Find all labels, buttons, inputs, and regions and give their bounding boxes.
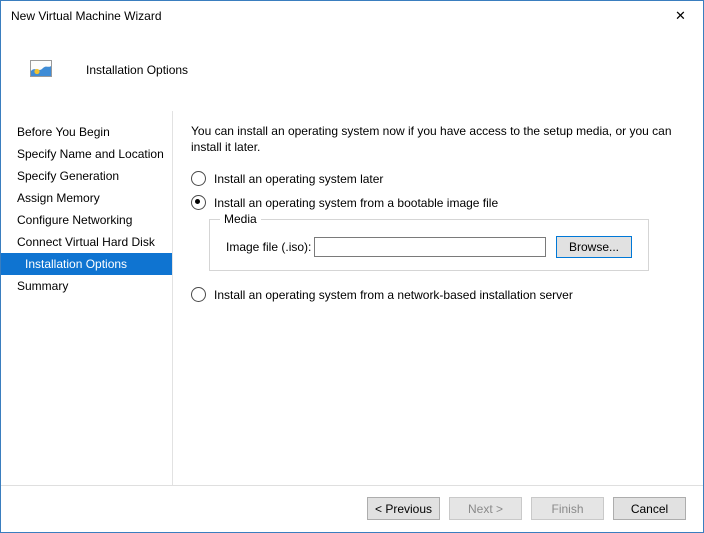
window-title: New Virtual Machine Wizard	[1, 9, 162, 23]
media-row: Image file (.iso): Browse...	[226, 236, 636, 258]
option-install-from-network-label[interactable]: Install an operating system from a netwo…	[214, 288, 573, 302]
media-groupbox: Media Image file (.iso): Browse...	[209, 219, 649, 271]
wizard-content: You can install an operating system now …	[191, 111, 693, 485]
radio-install-from-image[interactable]	[191, 195, 206, 210]
wizard-header: Installation Options	[1, 31, 703, 111]
sidebar-item-before-you-begin[interactable]: Before You Begin	[1, 121, 172, 143]
option-install-later[interactable]: Install an operating system later	[191, 171, 693, 186]
footer-button-bar: < Previous Next > Finish Cancel	[1, 486, 703, 532]
sidebar-item-specify-generation[interactable]: Specify Generation	[1, 165, 172, 187]
wizard-steps-sidebar: Before You Begin Specify Name and Locati…	[1, 111, 173, 485]
option-install-from-network[interactable]: Install an operating system from a netwo…	[191, 287, 693, 302]
sidebar-item-configure-networking[interactable]: Configure Networking	[1, 209, 172, 231]
previous-button[interactable]: < Previous	[367, 497, 440, 520]
media-groupbox-title: Media	[220, 212, 261, 226]
option-install-from-image-label[interactable]: Install an operating system from a boota…	[214, 196, 498, 210]
sidebar-item-specify-name-and-location[interactable]: Specify Name and Location	[1, 143, 172, 165]
wizard-page-icon	[29, 59, 53, 79]
sidebar-item-summary[interactable]: Summary	[1, 275, 172, 297]
next-button[interactable]: Next >	[449, 497, 522, 520]
close-icon[interactable]: ✕	[658, 1, 703, 31]
option-install-from-image[interactable]: Install an operating system from a boota…	[191, 195, 693, 210]
title-bar: New Virtual Machine Wizard ✕	[1, 1, 703, 31]
radio-install-later[interactable]	[191, 171, 206, 186]
sidebar-item-assign-memory[interactable]: Assign Memory	[1, 187, 172, 209]
intro-text: You can install an operating system now …	[191, 123, 691, 155]
new-vm-wizard-window: New Virtual Machine Wizard ✕ Installatio…	[0, 0, 704, 533]
sidebar-item-connect-virtual-hard-disk[interactable]: Connect Virtual Hard Disk	[1, 231, 172, 253]
image-file-label: Image file (.iso):	[226, 240, 314, 254]
page-title: Installation Options	[86, 63, 188, 77]
sidebar-item-installation-options[interactable]: Installation Options	[1, 253, 172, 275]
radio-install-from-network[interactable]	[191, 287, 206, 302]
finish-button[interactable]: Finish	[531, 497, 604, 520]
option-install-later-label[interactable]: Install an operating system later	[214, 172, 383, 186]
browse-button[interactable]: Browse...	[556, 236, 632, 258]
image-file-input[interactable]	[314, 237, 546, 257]
cancel-button[interactable]: Cancel	[613, 497, 686, 520]
